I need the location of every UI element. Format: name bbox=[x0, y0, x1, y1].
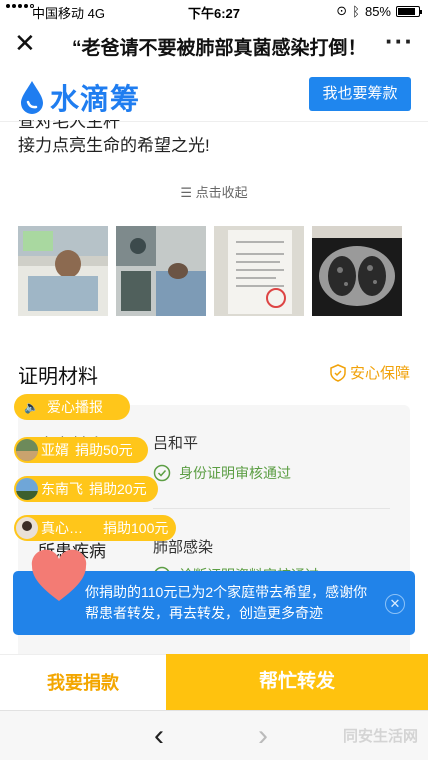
guarantee-link[interactable]: 安心保障 bbox=[330, 362, 410, 383]
close-icon[interactable]: ✕ bbox=[385, 594, 405, 614]
more-dots-icon[interactable]: ··· bbox=[385, 26, 414, 57]
bluetooth-icon: ᛒ bbox=[352, 3, 360, 19]
check-circle-icon bbox=[153, 464, 171, 482]
ct-scan-photo[interactable] bbox=[312, 226, 402, 316]
identity-verified: 身份证明审核通过 bbox=[153, 463, 291, 483]
patient-photo[interactable] bbox=[18, 226, 108, 316]
medical-document-photo[interactable] bbox=[214, 226, 304, 316]
shield-icon bbox=[330, 363, 346, 382]
donor-amount: 捐助20元 bbox=[89, 481, 147, 497]
story-line-cut: 查对毛人生杆 bbox=[18, 120, 418, 134]
donor-badge: 东南飞 捐助20元 bbox=[14, 476, 158, 502]
watermark: 同安生活网 bbox=[342, 728, 418, 745]
donor-avatar bbox=[16, 439, 38, 461]
donor-name: 东南飞 bbox=[41, 481, 83, 497]
status-bar: 中国移动 4G 下午6:27 ⊙ ᛒ 85% bbox=[0, 0, 428, 22]
donate-button[interactable]: 我要捐款 bbox=[0, 654, 166, 710]
donor-badge: 亚婿 捐助50元 bbox=[14, 437, 148, 463]
collapse-link[interactable]: ☰ 点击收起 bbox=[0, 182, 428, 201]
identity-verified-text: 身份证明审核通过 bbox=[179, 465, 291, 481]
story-text: 查对毛人生杆 接力点亮生命的希望之光! bbox=[18, 120, 418, 158]
battery-percent: 85% bbox=[364, 3, 391, 19]
heart-icon bbox=[31, 549, 87, 601]
donor-name: 亚婿 bbox=[41, 442, 69, 458]
donor-amount: 捐助100元 bbox=[103, 520, 169, 536]
battery-fill bbox=[398, 7, 415, 15]
story-line-1: 查对毛人生杆 bbox=[18, 120, 120, 131]
brand-header: 水滴筹 我也要筹款 bbox=[0, 66, 428, 122]
collapse-label: 点击收起 bbox=[195, 185, 248, 200]
start-fundraising-button[interactable]: 我也要筹款 bbox=[309, 77, 411, 111]
donor-name: 真心… bbox=[41, 520, 83, 536]
back-arrow-icon[interactable]: ‹ bbox=[154, 719, 164, 753]
donor-amount: 捐助50元 bbox=[75, 442, 133, 458]
lock-rotation-icon: ⊙ bbox=[336, 3, 348, 18]
photo-gallery bbox=[18, 226, 402, 316]
list-icon: ☰ bbox=[180, 185, 192, 200]
browser-toolbar: ‹ › 同安生活网 bbox=[0, 710, 428, 760]
action-bar: 我要捐款 帮忙转发 bbox=[0, 654, 428, 710]
battery-icon bbox=[396, 5, 422, 17]
donor-avatar bbox=[16, 478, 38, 500]
share-button[interactable]: 帮忙转发 bbox=[166, 654, 428, 710]
broadcast-label: 爱心播报 bbox=[46, 399, 103, 415]
close-icon[interactable]: ✕ bbox=[14, 28, 36, 59]
donor-badge: 真心… 捐助100元 bbox=[14, 515, 176, 541]
nav-bar: ✕ “老爸请不要被肺部真菌感染打倒！ ··· bbox=[0, 22, 428, 66]
icu-photo[interactable] bbox=[116, 226, 206, 316]
brand-logo[interactable]: 水滴筹 bbox=[18, 76, 140, 118]
donor-avatar bbox=[16, 517, 38, 539]
materials-title: 证明材料 bbox=[18, 366, 98, 388]
water-drop-icon bbox=[21, 81, 43, 114]
toast-message: 你捐助的110元已为2个家庭带去希望，感谢你帮患者转发，再去转发，创造更多奇迹 bbox=[85, 584, 368, 621]
brand-name: 水滴筹 bbox=[50, 84, 141, 116]
forward-arrow-icon[interactable]: › bbox=[258, 719, 268, 753]
page-title: “老爸请不要被肺部真菌感染打倒！ bbox=[72, 38, 367, 59]
patient-name-value: 吕和平 bbox=[153, 435, 199, 452]
guarantee-label: 安心保障 bbox=[349, 365, 410, 382]
status-right: ⊙ ᛒ 85% bbox=[336, 3, 422, 19]
story-line-2: 接力点亮生命的希望之光! bbox=[18, 136, 210, 155]
speaker-icon: 🔈 bbox=[24, 400, 39, 414]
row-divider bbox=[153, 508, 390, 509]
broadcast-badge[interactable]: 🔈 爱心播报 bbox=[14, 394, 130, 420]
